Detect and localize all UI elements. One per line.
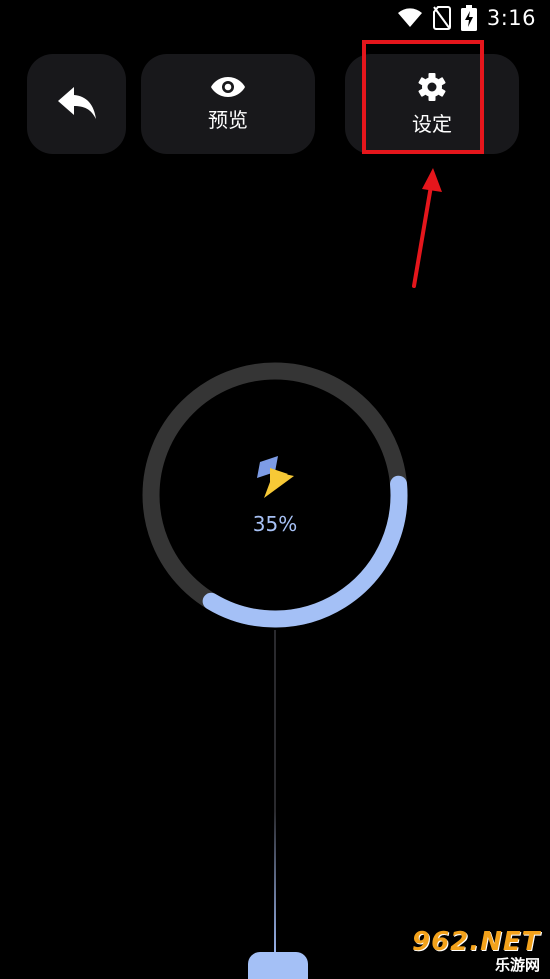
watermark-sub: 乐游网 [494,956,540,974]
connector-line [274,630,276,960]
status-time: 3:16 [486,6,536,30]
red-arrow-icon [412,168,442,288]
charge-percent: 35% [252,512,298,536]
screen: 3:16 预览 设定 35% 962.NET 乐游网 [0,0,550,979]
highlight-box [362,40,484,154]
watermark-logo: 962.NET 乐游网 [410,927,544,974]
preview-button[interactable]: 预览 [141,54,315,154]
back-button[interactable] [27,54,126,154]
eye-icon [211,76,245,97]
preview-label: 预览 [208,107,248,132]
status-bar: 3:16 [0,0,550,36]
watermark-main: 962.NET [412,927,541,957]
charging-ring: 35% [138,358,412,632]
back-arrow-icon [57,87,96,119]
charger-plug [248,952,308,979]
no-sim-icon [432,6,451,30]
lightning-bolt-icon [257,456,294,498]
wifi-icon [397,8,422,27]
ring-center: 35% [138,358,412,632]
battery-charging-icon [460,5,477,31]
status-icons: 3:16 [397,4,536,32]
